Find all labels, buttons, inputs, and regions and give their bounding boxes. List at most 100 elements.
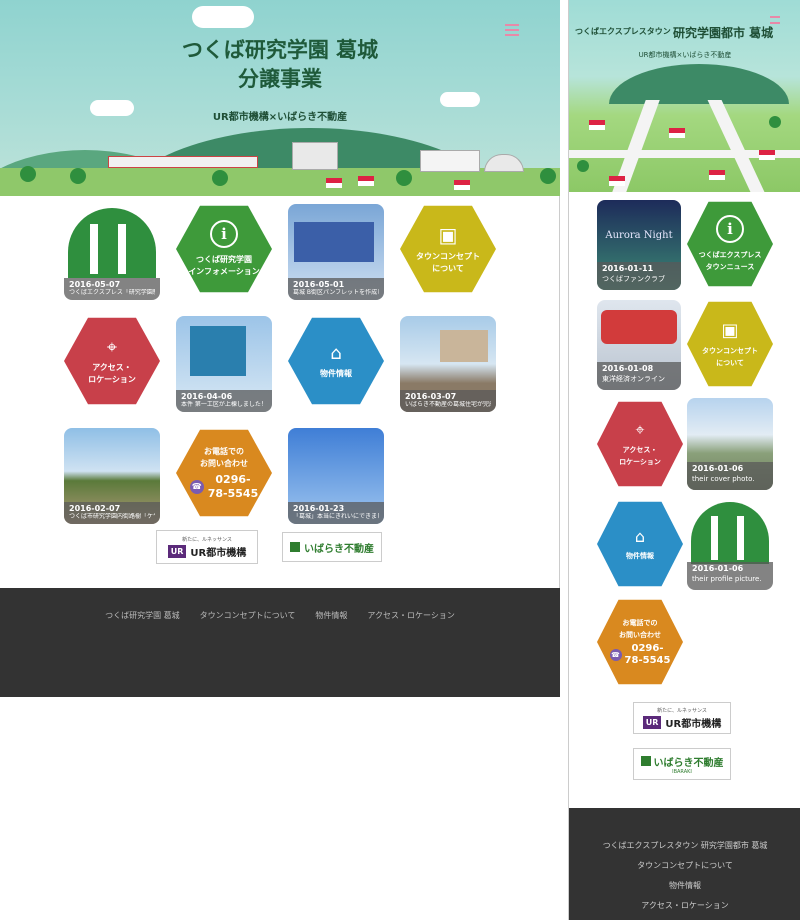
- phone-icon: ☎: [189, 479, 204, 494]
- cloud-decoration: [192, 6, 254, 28]
- concept-tile[interactable]: ▣ タウンコンセプト について: [687, 301, 773, 387]
- news-tile[interactable]: 2016-04-06 本件 第一工区が上棟しました！ いばら...: [176, 316, 272, 412]
- tile-label: タウンニュース: [705, 263, 755, 271]
- ur-logo-text: UR都市機構: [190, 547, 247, 559]
- tile-label: お電話での: [204, 446, 244, 456]
- news-text: their cover photo.: [692, 475, 755, 483]
- footer-link-home[interactable]: つくば研究学園 葛城: [105, 610, 180, 621]
- tile-label: タウンコンセプト: [702, 346, 758, 355]
- tree-illustration: [540, 168, 556, 184]
- property-tile[interactable]: ⌂ 物件情報: [597, 501, 683, 587]
- news-tile[interactable]: 2016-01-06 their profile picture.: [687, 500, 773, 590]
- tile-label: アクセス・: [622, 446, 658, 454]
- map-pin-icon: ⌖: [106, 336, 118, 358]
- ur-logo-link[interactable]: 新たに、ルネッサンス UR UR都市機構: [633, 702, 731, 734]
- ibaraki-logo-image: [711, 516, 718, 560]
- news-tile[interactable]: 2016-03-07 いばらき不動産の葛城住宅が完成しまし...: [400, 316, 496, 412]
- news-tile[interactable]: 2016-01-08 東洋経済オンライン: [597, 300, 681, 390]
- phone-row: ☎ 0296- 78-5545: [609, 643, 670, 667]
- property-tile[interactable]: ⌂ 物件情報: [288, 317, 384, 405]
- image-text: Aurora Night: [605, 230, 673, 241]
- house-illustration: [326, 178, 342, 188]
- tile-label: お電話での: [622, 619, 658, 627]
- news-tile[interactable]: 2016-05-07 つくばエクスプレス「研究学園駅」徒歩...: [64, 204, 160, 300]
- phone-number: 0296-: [631, 643, 664, 654]
- ur-logo-mark: UR: [642, 715, 662, 729]
- news-caption: 2016-01-06 their cover photo.: [687, 462, 773, 490]
- ur-logo-link[interactable]: 新たに、ルネッサンス UR UR都市機構: [156, 530, 258, 564]
- tile-label: つくば研究学園: [196, 255, 252, 264]
- footer-link-access[interactable]: アクセス・ロケーション: [569, 900, 800, 911]
- footer-link-property[interactable]: 物件情報: [569, 880, 800, 891]
- concept-tile[interactable]: ▣ タウンコンセプト について: [400, 205, 496, 293]
- tile-label: つくばエクスプレス: [698, 251, 762, 259]
- news-tile[interactable]: 2016-01-23 「葛城」本当にきれいにできました！: [288, 428, 384, 524]
- footer-link-access[interactable]: アクセス・ロケーション: [367, 610, 454, 621]
- news-date: 2016-01-06: [692, 564, 744, 573]
- info-icon: i: [716, 215, 744, 243]
- tile-label: について: [432, 264, 464, 273]
- tile-label: ロケーション: [619, 458, 661, 466]
- phone-icon: ☎: [609, 649, 622, 661]
- news-text: いばらき不動産の葛城住宅が完成しまし...: [405, 401, 491, 408]
- town-news-tile[interactable]: i つくばエクスプレス タウンニュース: [687, 201, 773, 287]
- news-tile[interactable]: Aurora Night 2016-01-11 つくばファンクラブ: [597, 200, 681, 290]
- tile-label: 物件情報: [626, 551, 654, 560]
- tree-illustration: [769, 116, 781, 128]
- tree-illustration: [577, 160, 589, 172]
- phone-tile[interactable]: お電話での お問い合わせ ☎ 0296- 78-5545: [597, 599, 683, 685]
- mobile-hero-banner: つくばエクスプレスタウン 研究学園都市 葛城 UR都市機構×いばらき不動産: [569, 0, 800, 192]
- building-photo: [294, 222, 374, 262]
- news-tile[interactable]: 2016-05-01 葛城 B街区パンフレットを作成しました...: [288, 204, 384, 300]
- tile-label: について: [716, 358, 744, 367]
- hamburger-menu-icon[interactable]: [505, 24, 519, 36]
- ibaraki-logo-image: [90, 224, 98, 274]
- access-tile[interactable]: ⌖ アクセス・ ロケーション: [597, 401, 683, 487]
- phone-tile[interactable]: お電話での お問い合わせ ☎ 0296- 78-5545: [176, 429, 272, 517]
- news-tile[interactable]: 2016-02-07 つくば市研究学園内街路樹「ケヤキ」...: [64, 428, 160, 524]
- ibaraki-logo-text: いばらき不動産: [653, 757, 724, 769]
- hero-banner: つくば研究学園 葛城 分譲事業 UR都市機構×いばらき不動産: [0, 0, 560, 196]
- news-date: 2016-05-07: [69, 280, 121, 289]
- ibaraki-logo-en: IBARAKI: [672, 768, 692, 775]
- news-tile[interactable]: 2016-01-06 their cover photo.: [687, 398, 773, 490]
- footer-link-concept[interactable]: タウンコンセプトについて: [200, 610, 296, 621]
- phone-number: 78-5545: [207, 486, 259, 500]
- page-title: つくば研究学園 葛城 分譲事業: [0, 36, 560, 94]
- access-tile[interactable]: ⌖ アクセス・ ロケーション: [64, 317, 160, 405]
- news-caption: 2016-05-07 つくばエクスプレス「研究学園駅」徒歩...: [64, 278, 160, 300]
- tile-label: タウンコンセプト: [416, 252, 480, 261]
- ibaraki-logo-mark: [290, 542, 300, 552]
- news-text: 本件 第一工区が上棟しました！ いばら...: [181, 401, 267, 408]
- footer-link-home[interactable]: つくばエクスプレスタウン 研究学園都市 葛城: [569, 840, 800, 851]
- dome-illustration: [484, 154, 524, 172]
- news-caption: 2016-03-07 いばらき不動産の葛城住宅が完成しまし...: [400, 390, 496, 412]
- news-caption: 2016-01-11 つくばファンクラブ: [597, 262, 681, 290]
- ibaraki-logo-image: [691, 502, 769, 564]
- news-caption: 2016-04-06 本件 第一工区が上棟しました！ いばら...: [176, 390, 272, 412]
- house-illustration: [709, 170, 725, 180]
- ur-tagline: 新たに、ルネッサンス: [182, 536, 232, 543]
- info-icon: i: [210, 220, 238, 248]
- hamburger-menu-icon[interactable]: [770, 16, 780, 24]
- mountain-illustration: [609, 64, 789, 104]
- ibaraki-logo-link[interactable]: いばらき不動産: [282, 532, 382, 562]
- news-date: 2016-01-06: [692, 464, 744, 473]
- news-text: 葛城 B街区パンフレットを作成しました...: [293, 289, 379, 296]
- info-tile[interactable]: i つくば研究学園 インフォメーション: [176, 205, 272, 293]
- footer-link-concept[interactable]: タウンコンセプトについて: [569, 860, 800, 871]
- ibaraki-logo-link[interactable]: いばらき不動産 IBARAKI: [633, 748, 731, 780]
- footer-nav: つくば研究学園 葛城 タウンコンセプトについて 物件情報 アクセス・ロケーション: [0, 610, 560, 621]
- title-line-1: つくば研究学園 葛城: [181, 38, 379, 62]
- ur-tagline: 新たに、ルネッサンス: [657, 707, 707, 714]
- phone-number: 0296-: [215, 472, 251, 486]
- tile-label: アクセス・: [92, 362, 132, 372]
- mobile-view: つくばエクスプレスタウン 研究学園都市 葛城 UR都市機構×いばらき不動産 Au…: [568, 0, 800, 920]
- house-search-icon: ⌂: [330, 342, 342, 364]
- house-illustration: [759, 150, 775, 160]
- tile-label: お問い合わせ: [200, 458, 248, 468]
- train-illustration: [108, 156, 258, 168]
- news-text: 「葛城」本当にきれいにできました！: [293, 513, 379, 520]
- tile-label: インフォメーション: [188, 267, 260, 276]
- footer-link-property[interactable]: 物件情報: [315, 610, 347, 621]
